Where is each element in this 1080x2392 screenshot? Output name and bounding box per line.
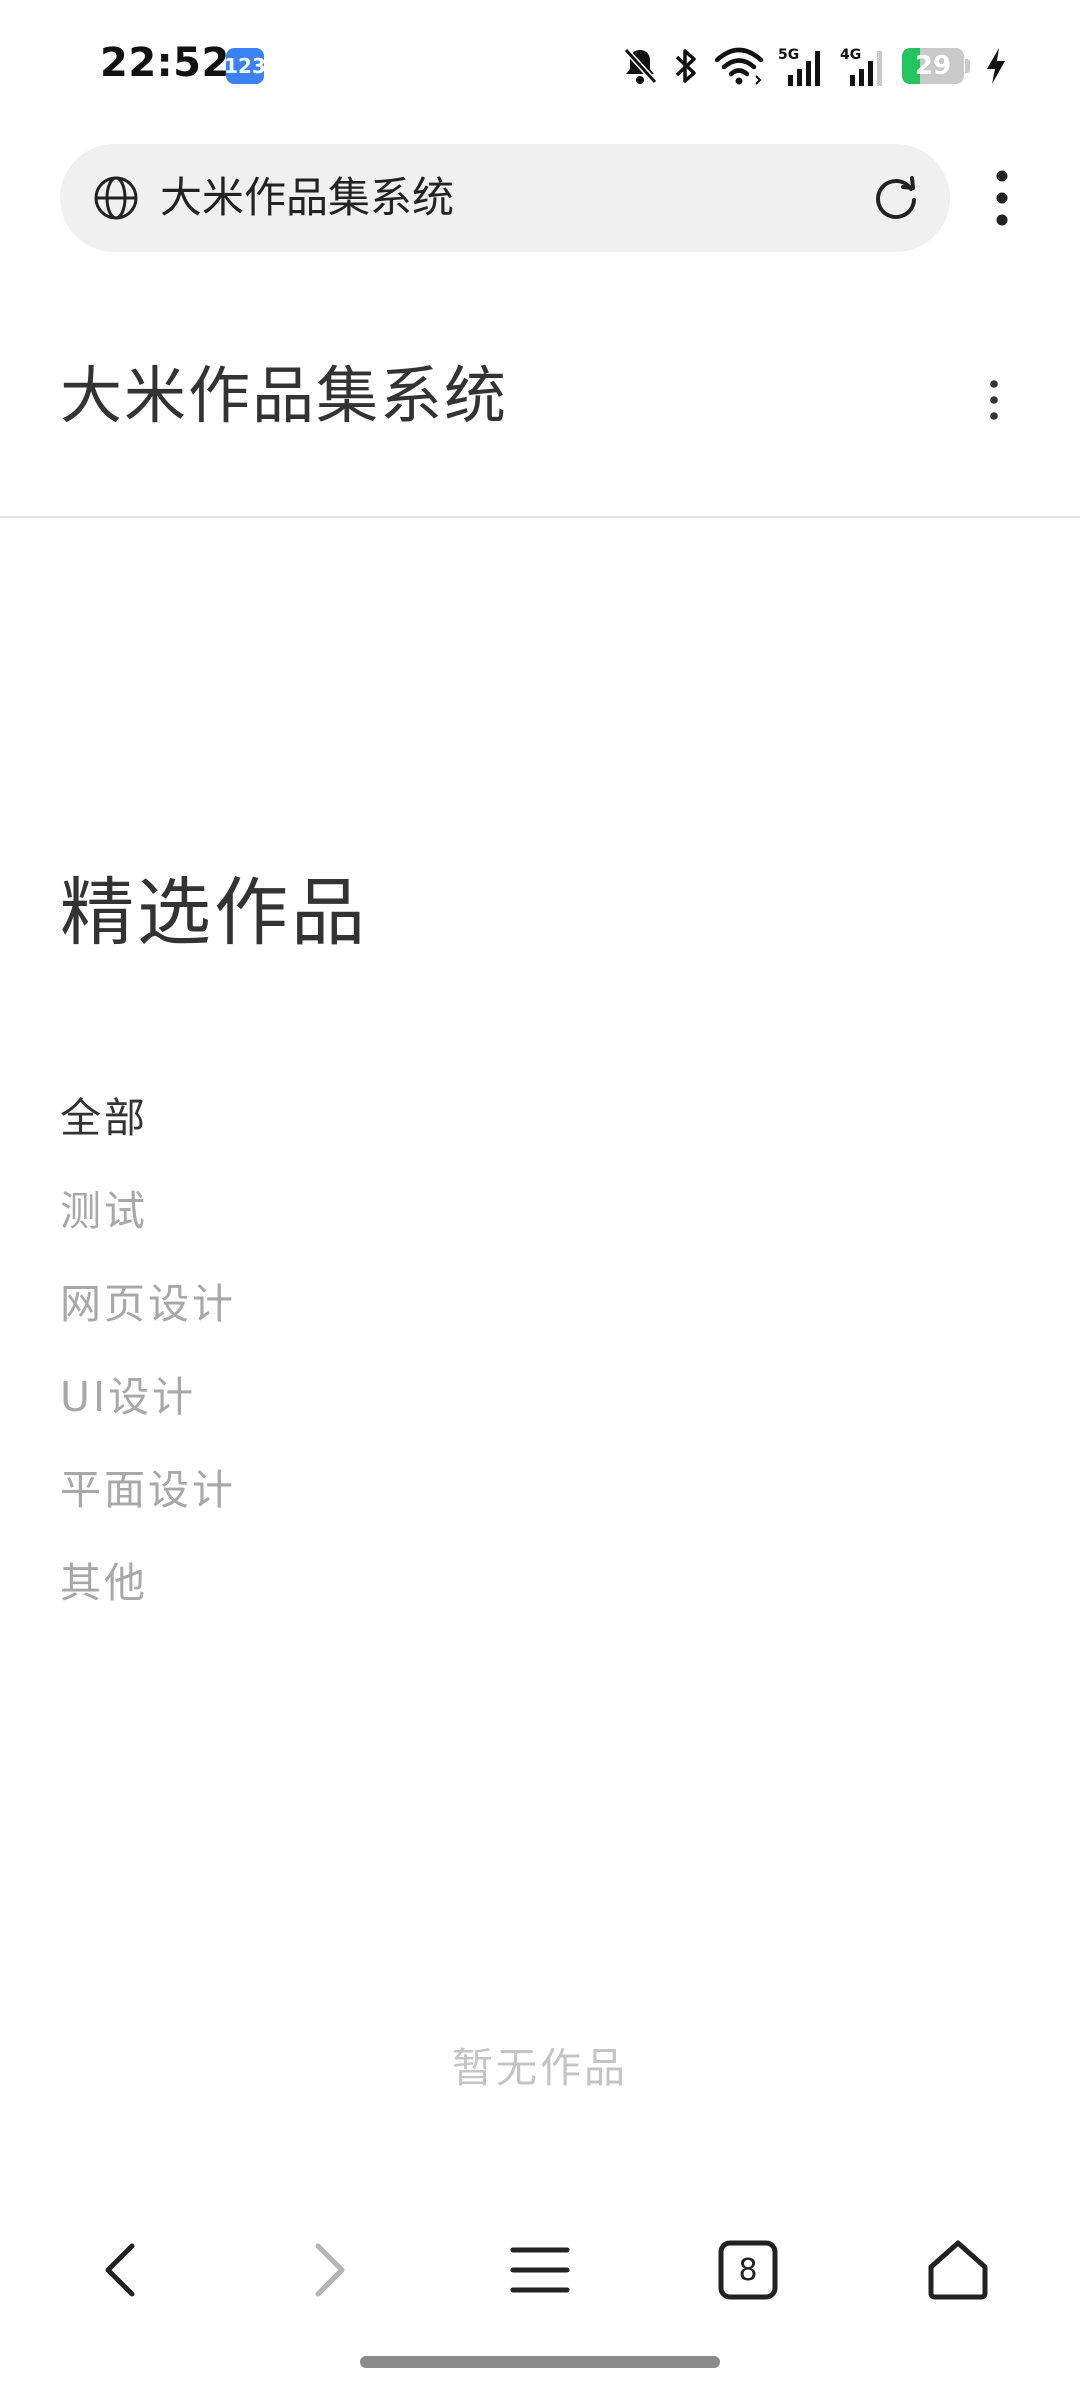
battery-level: 29 xyxy=(914,51,952,81)
address-text[interactable]: 大米作品集系统 xyxy=(160,174,454,222)
home-icon xyxy=(928,2240,988,2300)
category-filter-list: 全部 测试 网页设计 UI设计 平面设计 其他 xyxy=(60,1090,236,1648)
gesture-bar[interactable] xyxy=(360,2356,720,2368)
menu-icon xyxy=(510,2247,570,2293)
category-all[interactable]: 全部 xyxy=(60,1090,236,1183)
section-title: 精选作品 xyxy=(60,870,368,956)
status-icons: 5G 4G 29 xyxy=(622,44,1008,88)
site-menu-button[interactable] xyxy=(972,368,1016,432)
svg-text:5G: 5G xyxy=(778,47,799,63)
site-title[interactable]: 大米作品集系统 xyxy=(60,356,508,436)
bluetooth-icon xyxy=(675,49,696,83)
signal-5g-icon: 5G xyxy=(778,47,820,86)
bell-off-icon xyxy=(623,47,658,85)
back-icon xyxy=(105,2243,135,2297)
svg-text:4G: 4G xyxy=(840,47,861,63)
battery-icon: 29 xyxy=(902,48,970,84)
browser-more-button[interactable] xyxy=(980,160,1024,236)
app-notification-badge: 123 xyxy=(224,48,266,84)
category-ui-design[interactable]: UI设计 xyxy=(60,1369,236,1462)
category-graphic-design[interactable]: 平面设计 xyxy=(60,1462,236,1555)
signal-4g-icon: 4G xyxy=(840,47,882,86)
home-button[interactable] xyxy=(908,2220,1008,2320)
category-other[interactable]: 其他 xyxy=(60,1555,236,1648)
browser-bottom-nav: 8 xyxy=(0,2220,1080,2320)
tab-count: 8 xyxy=(738,2252,758,2288)
menu-button[interactable] xyxy=(490,2220,590,2320)
reload-icon[interactable] xyxy=(870,172,922,224)
status-time: 22:52 xyxy=(100,40,230,86)
address-bar[interactable]: 大米作品集系统 xyxy=(60,144,950,252)
forward-button[interactable] xyxy=(280,2220,380,2320)
wifi-icon xyxy=(714,47,764,85)
status-bar: 22:52 123 5G 4G 29 xyxy=(0,0,1080,132)
more-vertical-icon xyxy=(990,380,998,420)
charging-icon xyxy=(987,48,1005,84)
forward-icon xyxy=(315,2243,345,2297)
back-button[interactable] xyxy=(70,2220,170,2320)
more-vertical-icon xyxy=(996,170,1008,226)
category-web-design[interactable]: 网页设计 xyxy=(60,1276,236,1369)
globe-icon xyxy=(94,176,138,220)
site-header: 大米作品集系统 xyxy=(0,296,1080,518)
tabs-button[interactable]: 8 xyxy=(698,2220,798,2320)
empty-state-text: 暂无作品 xyxy=(452,2044,628,2092)
category-test[interactable]: 测试 xyxy=(60,1183,236,1276)
